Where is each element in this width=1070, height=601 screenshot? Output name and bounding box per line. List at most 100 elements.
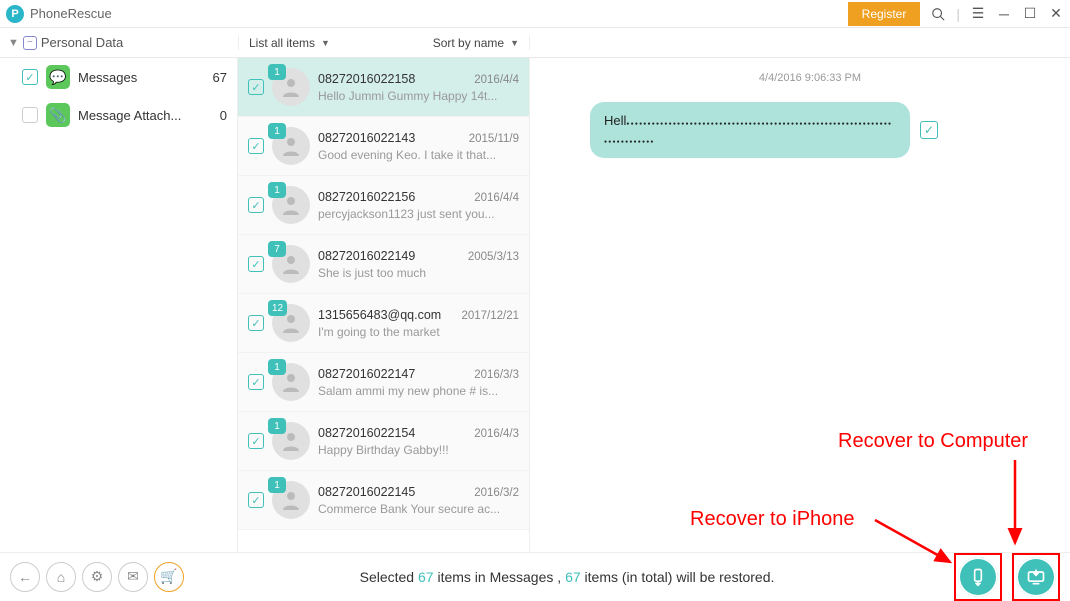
window-controls: | ☰ ─ ☐ ✕ — [930, 6, 1064, 22]
app-title: PhoneRescue — [30, 6, 112, 21]
sidebar-header-label: Personal Data — [41, 35, 123, 50]
message-bubble[interactable]: Hell — [590, 102, 910, 158]
recover-to-computer-button[interactable] — [1016, 557, 1056, 597]
avatar: 7 — [272, 245, 310, 283]
unread-badge: 12 — [268, 300, 287, 316]
message-item[interactable]: ✓1082720160221472016/3/3Salam ammi my ne… — [238, 353, 529, 412]
message-number: 08272016022156 — [318, 190, 415, 204]
message-detail: 4/4/2016 9:06:33 PM Hell ✓ — [530, 58, 1070, 552]
sort-label[interactable]: Sort by name — [433, 36, 504, 50]
messages-icon: 💬 — [46, 65, 70, 89]
search-icon[interactable] — [930, 6, 946, 22]
list-header: List all items ▼ Sort by name ▼ — [238, 36, 530, 50]
message-item[interactable]: ✓121315656483@qq.com2017/12/21I'm going … — [238, 294, 529, 353]
message-item[interactable]: ✓1082720160221452016/3/2Commerce Bank Yo… — [238, 471, 529, 530]
sidebar-header[interactable]: ▼ − Personal Data — [0, 35, 238, 50]
back-button[interactable]: ← — [10, 562, 40, 592]
message-number: 08272016022145 — [318, 485, 415, 499]
message-date: 2005/3/13 — [468, 251, 519, 263]
avatar: 1 — [272, 481, 310, 519]
home-button[interactable]: ⌂ — [46, 562, 76, 592]
sidebar-item-count: 0 — [220, 108, 227, 123]
avatar: 1 — [272, 363, 310, 401]
message-date: 2015/11/9 — [469, 133, 519, 145]
recover-to-iphone-button[interactable] — [958, 557, 998, 597]
unread-badge: 1 — [268, 182, 286, 198]
message-preview: I'm going to the market — [318, 325, 519, 339]
chevron-down-icon[interactable]: ▼ — [321, 38, 330, 48]
sidebar-item-count: 67 — [213, 70, 227, 85]
message-item[interactable]: ✓1082720160221582016/4/4Hello Jummi Gumm… — [238, 58, 529, 117]
app-logo: P PhoneRescue — [6, 5, 112, 23]
unread-badge: 1 — [268, 123, 286, 139]
message-preview: She is just too much — [318, 266, 519, 280]
checkbox-icon[interactable]: ✓ — [248, 79, 264, 95]
close-icon[interactable]: ✕ — [1048, 6, 1064, 22]
attachments-icon: 📎 — [46, 103, 70, 127]
unread-badge: 1 — [268, 64, 286, 80]
sidebar-item-messages[interactable]: ✓ 💬 Messages 67 — [0, 58, 237, 96]
filter-label[interactable]: List all items — [249, 36, 315, 50]
chevron-down-icon[interactable]: ▼ — [510, 38, 519, 48]
message-preview: percyjackson1123 just sent you... — [318, 207, 519, 221]
message-preview: Good evening Keo. I take it that... — [318, 148, 519, 162]
message-number: 08272016022149 — [318, 249, 415, 263]
logo-icon: P — [6, 5, 24, 23]
detail-timestamp: 4/4/2016 9:06:33 PM — [590, 72, 1030, 84]
unread-badge: 1 — [268, 359, 286, 375]
message-item[interactable]: ✓1082720160221562016/4/4percyjackson1123… — [238, 176, 529, 235]
message-number: 1315656483@qq.com — [318, 308, 441, 322]
checkbox-icon[interactable]: ✓ — [22, 69, 38, 85]
message-date: 2016/4/3 — [474, 428, 519, 440]
checkbox-icon[interactable]: ✓ — [248, 374, 264, 390]
message-date: 2016/4/4 — [474, 192, 519, 204]
message-number: 08272016022147 — [318, 367, 415, 381]
toolbar: ▼ − Personal Data List all items ▼ Sort … — [0, 28, 1070, 58]
checkbox-icon[interactable]: ✓ — [248, 256, 264, 272]
collapse-tree-icon[interactable]: − — [23, 36, 37, 50]
avatar: 12 — [272, 304, 310, 342]
checkbox-icon[interactable]: ✓ — [22, 107, 38, 123]
sidebar-item-label: Messages — [78, 70, 137, 85]
message-preview: Happy Birthday Gabby!!! — [318, 443, 519, 457]
register-button[interactable]: Register — [848, 2, 921, 26]
message-date: 2016/3/3 — [474, 369, 519, 381]
footer: ← ⌂ ⚙ ✉ 🛒 Selected 67 items in Messages … — [0, 552, 1070, 600]
avatar: 1 — [272, 186, 310, 224]
status-text: Selected 67 items in Messages , 67 items… — [190, 569, 944, 585]
checkbox-icon[interactable]: ✓ — [248, 315, 264, 331]
checkbox-icon[interactable]: ✓ — [248, 138, 264, 154]
message-preview: Commerce Bank Your secure ac... — [318, 502, 519, 516]
message-item[interactable]: ✓7082720160221492005/3/13She is just too… — [238, 235, 529, 294]
mail-button[interactable]: ✉ — [118, 562, 148, 592]
message-preview: Salam ammi my new phone # is... — [318, 384, 519, 398]
titlebar: P PhoneRescue Register | ☰ ─ ☐ ✕ — [0, 0, 1070, 28]
collapse-icon[interactable]: ☰ — [970, 6, 986, 22]
unread-badge: 1 — [268, 477, 286, 493]
checkbox-icon[interactable]: ✓ — [920, 121, 938, 139]
maximize-icon[interactable]: ☐ — [1022, 6, 1038, 22]
cart-button[interactable]: 🛒 — [154, 562, 184, 592]
message-item[interactable]: ✓1082720160221542016/4/3Happy Birthday G… — [238, 412, 529, 471]
unread-badge: 1 — [268, 418, 286, 434]
checkbox-icon[interactable]: ✓ — [248, 433, 264, 449]
message-list[interactable]: ✓1082720160221582016/4/4Hello Jummi Gumm… — [238, 58, 530, 552]
avatar: 1 — [272, 68, 310, 106]
message-number: 08272016022143 — [318, 131, 415, 145]
message-bubble-row: Hell ✓ — [590, 102, 1030, 158]
sidebar-item-label: Message Attach... — [78, 108, 181, 123]
checkbox-icon[interactable]: ✓ — [248, 197, 264, 213]
message-date: 2016/3/2 — [474, 487, 519, 499]
minimize-icon[interactable]: ─ — [996, 6, 1012, 22]
unread-badge: 7 — [268, 241, 286, 257]
message-preview: Hello Jummi Gummy Happy 14t... — [318, 89, 519, 103]
checkbox-icon[interactable]: ✓ — [248, 492, 264, 508]
message-item[interactable]: ✓1082720160221432015/11/9Good evening Ke… — [238, 117, 529, 176]
settings-button[interactable]: ⚙ — [82, 562, 112, 592]
sidebar-item-attachments[interactable]: ✓ 📎 Message Attach... 0 — [0, 96, 237, 134]
message-date: 2017/12/21 — [461, 310, 519, 322]
avatar: 1 — [272, 422, 310, 460]
message-number: 08272016022154 — [318, 426, 415, 440]
avatar: 1 — [272, 127, 310, 165]
message-date: 2016/4/4 — [474, 74, 519, 86]
